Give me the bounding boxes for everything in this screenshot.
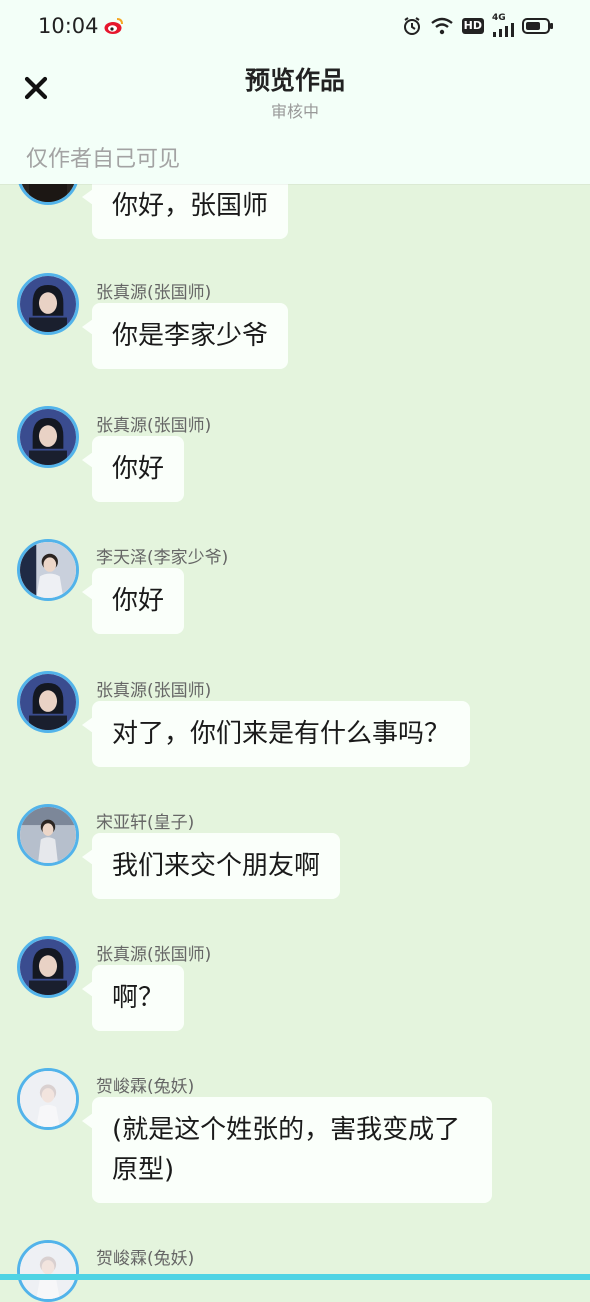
message-text: 你好 (112, 586, 165, 616)
sender-name: 贺峻霖(兔妖) (96, 1249, 195, 1269)
message-text: (就是这个姓张的，害我变成了原型) (112, 1115, 461, 1185)
message-bubble[interactable]: 你好 (81, 436, 185, 502)
header: 预览作品 审核中 仅作者自己可见 (0, 52, 590, 184)
review-status: 审核中 (270, 102, 319, 121)
avatar[interactable] (17, 406, 79, 468)
chat-message-list[interactable]: 你好，张国师 张真源(张国师) 你是李家少爷 张真源(张国师) 你好 李天泽(李… (0, 0, 590, 1302)
message-text: 我们来交个朋友啊 (112, 851, 321, 881)
sender-name: 张真源(张国师) (96, 283, 212, 303)
avatar[interactable] (17, 1240, 79, 1302)
sender-name: 李天泽(李家少爷) (96, 548, 229, 568)
wifi-icon (430, 17, 454, 35)
message-bubble[interactable]: 你好 (81, 568, 185, 634)
signal-icon: 4G (492, 14, 514, 37)
message-bubble[interactable]: 你是李家少爷 (81, 303, 289, 369)
message-text: 你是李家少爷 (112, 321, 269, 351)
avatar[interactable] (17, 804, 79, 866)
bottom-bar (0, 1274, 590, 1280)
sender-name: 贺峻霖(兔妖) (96, 1077, 195, 1097)
message-text: 对了，你们来是有什么事吗？ (112, 719, 451, 749)
sender-name: 张真源(张国师) (96, 416, 212, 436)
sender-name: 张真源(张国师) (96, 681, 212, 701)
message-text: 你好，张国师 (112, 191, 269, 221)
weibo-icon (104, 17, 124, 39)
status-time: 10:04 (38, 14, 99, 38)
avatar[interactable] (17, 539, 79, 601)
message-bubble[interactable]: 对了，你们来是有什么事吗？ (81, 701, 471, 767)
alarm-icon (402, 16, 422, 36)
network-label: 4G (492, 13, 506, 23)
status-bar: 10:04 HD 4G (0, 0, 590, 52)
avatar[interactable] (17, 936, 79, 998)
sender-name: 张真源(张国师) (96, 945, 212, 965)
battery-icon (522, 17, 554, 35)
avatar[interactable] (17, 671, 79, 733)
hd-icon: HD (461, 17, 484, 34)
message-bubble[interactable]: (就是这个姓张的，害我变成了原型) (82, 1097, 492, 1203)
message-text: 啊？ (112, 983, 165, 1013)
avatar[interactable] (17, 1068, 79, 1130)
message-text: 你好 (112, 454, 165, 484)
message-bubble[interactable]: 我们来交个朋友啊 (81, 833, 341, 899)
page-title: 预览作品 (244, 66, 345, 95)
visibility-note: 仅作者自己可见 (26, 147, 181, 172)
avatar[interactable] (17, 273, 79, 335)
message-bubble[interactable]: 啊？ (81, 965, 185, 1031)
sender-name: 宋亚轩(皇子) (96, 813, 195, 833)
